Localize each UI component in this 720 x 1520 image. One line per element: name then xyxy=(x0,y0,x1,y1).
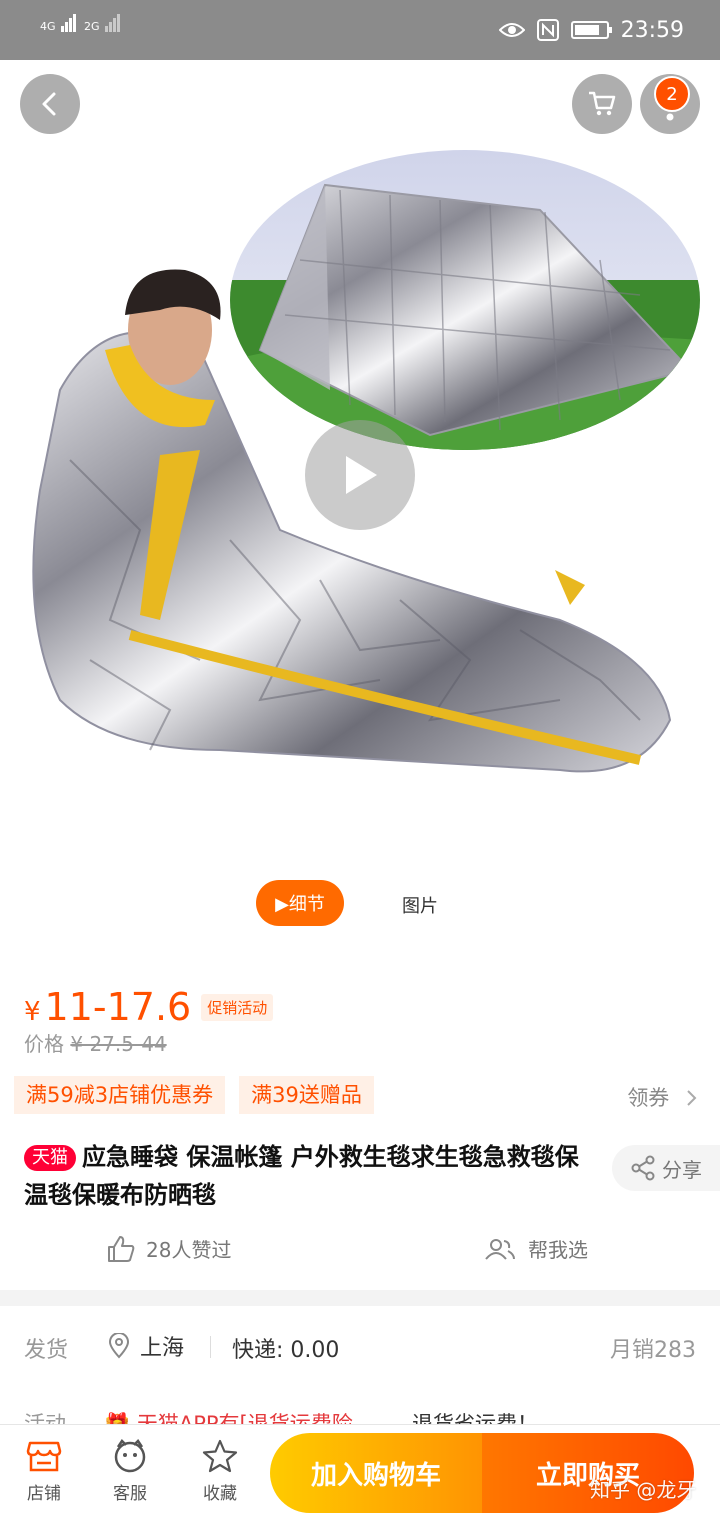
activity-text: 🎁 天猫APP有[退货运费险 xyxy=(104,1412,353,1424)
tab-images[interactable]: 图片 xyxy=(402,892,438,918)
nfc-icon xyxy=(536,19,559,41)
monthly-sales: 月销283 xyxy=(610,1338,696,1363)
signal-bars-icon xyxy=(61,14,77,32)
likes-button[interactable]: 28人赞过 xyxy=(106,1234,231,1263)
coupon-gift[interactable]: 满39送赠品 xyxy=(239,1076,374,1114)
chevron-right-icon xyxy=(687,1090,697,1106)
activity-text-secondary: 退货省运费！ xyxy=(412,1412,538,1424)
status-time: 23:59 xyxy=(620,17,684,43)
shipping-fee: 快递: 0.00 xyxy=(232,1338,340,1363)
share-icon xyxy=(631,1155,655,1181)
customer-service-button[interactable]: 客服 xyxy=(100,1439,160,1504)
shipping-label: 发货 xyxy=(24,1338,69,1363)
share-button[interactable]: 分享 xyxy=(612,1145,720,1191)
back-icon xyxy=(42,92,56,116)
coupon-store[interactable]: 满59减3店铺优惠券 xyxy=(14,1076,226,1114)
service-icon xyxy=(114,1439,146,1473)
cart-icon xyxy=(589,91,616,116)
bottom-action-bar: 店铺 客服 收藏 加入购物车 立即购买 xyxy=(0,1424,720,1520)
activity-row[interactable]: 活动 🎁 天猫APP有[退货运费险 退货省运费！ xyxy=(0,1398,720,1424)
product-title: 应急睡袋 保温帐篷 户外救生毯求生毯急救毯保温毯保暖布防晒毯 xyxy=(24,1143,579,1209)
location-pin-icon xyxy=(108,1333,130,1359)
signal-2g: 2G xyxy=(84,14,121,32)
currency-symbol: ¥ xyxy=(24,997,41,1027)
claim-coupon-button[interactable]: 领券 xyxy=(627,1082,698,1112)
help-choose-label: 帮我选 xyxy=(528,1238,588,1262)
shipping-row[interactable]: 发货 上海 快递: 0.00 月销283 xyxy=(0,1322,720,1372)
product-title-block: 天猫 应急睡袋 保温帐篷 户外救生毯求生毯急救毯保温毯保暖布防晒毯 xyxy=(24,1138,594,1214)
promo-tag: 促销活动 xyxy=(201,993,274,1021)
current-price: 11-17.6 xyxy=(44,985,192,1029)
status-bar: 4G 2G 23:59 xyxy=(0,0,720,60)
shipping-location: 上海 xyxy=(108,1330,184,1362)
original-price-label: 价格 xyxy=(24,1032,64,1056)
tab-details[interactable]: ▶细节 xyxy=(256,880,344,926)
claim-coupon-label: 领券 xyxy=(627,1086,670,1110)
add-to-cart-button[interactable]: 加入购物车 xyxy=(270,1433,482,1513)
tent-inset xyxy=(230,150,700,450)
original-price-row: 价格 ¥ 27.5-44 xyxy=(24,1028,167,1057)
service-label: 客服 xyxy=(113,1484,147,1504)
signal-2g-label: 2G xyxy=(84,20,100,33)
store-button[interactable]: 店铺 xyxy=(14,1439,74,1504)
store-icon xyxy=(26,1441,62,1472)
favorite-label: 收藏 xyxy=(203,1484,237,1504)
battery-icon xyxy=(570,21,612,39)
watermark: 知乎 @龙牙 xyxy=(590,1478,697,1502)
activity-label: 活动 xyxy=(24,1412,66,1424)
favorite-button[interactable]: 收藏 xyxy=(190,1439,250,1504)
signal-4g: 4G xyxy=(40,14,77,32)
thumbs-up-icon xyxy=(108,1235,135,1262)
cart-button[interactable] xyxy=(572,74,632,134)
shipping-city: 上海 xyxy=(140,1336,185,1361)
more-icon xyxy=(666,113,674,121)
media-tabs: ▶细节 图片 xyxy=(0,880,720,930)
price-row: ¥ 11-17.6 促销活动 xyxy=(24,985,274,1029)
cart-badge: 2 xyxy=(654,76,690,112)
coupon-list: 满59减3店铺优惠券 满39送赠品 xyxy=(14,1076,374,1114)
section-divider xyxy=(0,1290,720,1306)
shipping-separator xyxy=(210,1336,211,1358)
likes-count: 28人赞过 xyxy=(146,1238,232,1262)
play-video-button[interactable] xyxy=(305,420,415,530)
share-label: 分享 xyxy=(662,1157,702,1182)
tmall-badge: 天猫 xyxy=(24,1145,76,1171)
eye-icon xyxy=(498,23,525,37)
store-label: 店铺 xyxy=(27,1484,61,1504)
star-icon xyxy=(202,1439,238,1473)
help-choose-button[interactable]: 帮我选 xyxy=(484,1234,588,1263)
original-price: ¥ 27.5-44 xyxy=(70,1032,167,1056)
signal-4g-label: 4G xyxy=(40,20,56,33)
play-icon xyxy=(346,456,377,494)
signal-bars-icon xyxy=(105,14,121,32)
people-icon xyxy=(485,1238,515,1260)
back-button[interactable] xyxy=(20,74,80,134)
